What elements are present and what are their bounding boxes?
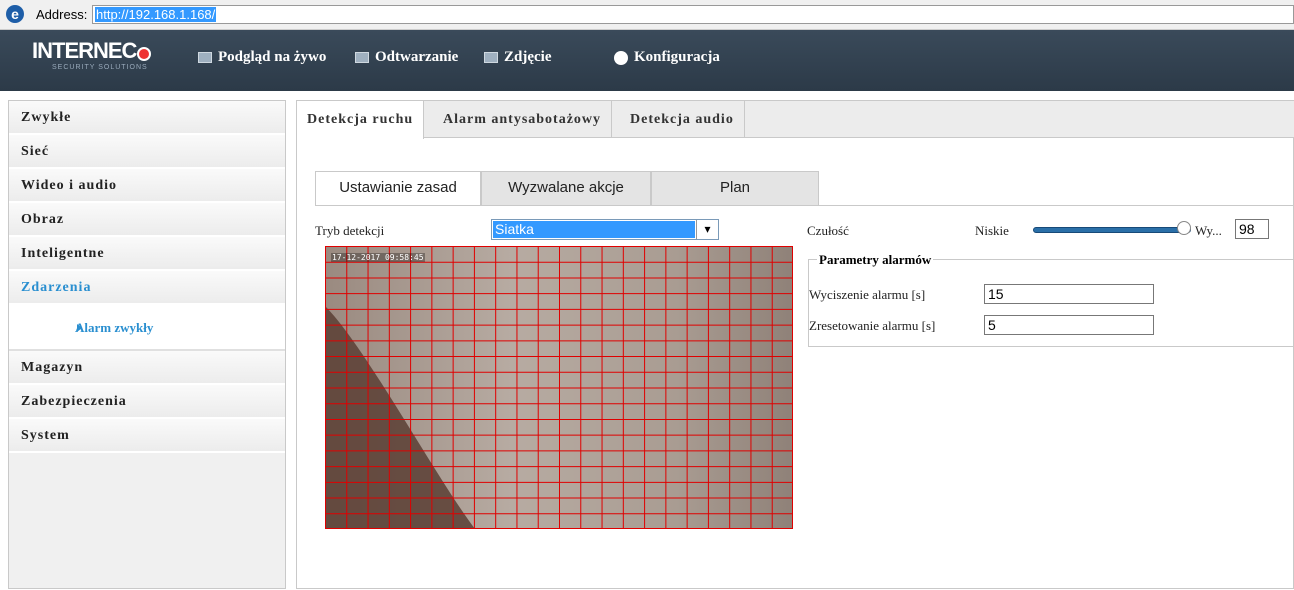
sidebar-item-system[interactable]: System [9,419,285,453]
chevron-down-icon: ▾ [696,220,718,239]
alarm-silence-input[interactable]: 15 [984,284,1154,304]
browser-icon: e [6,5,24,23]
sidebar-item-events[interactable]: Zdarzenia [9,271,285,305]
motion-grid [325,246,793,529]
nav-live-view[interactable]: Podgląd na żywo [198,49,326,91]
brand-logo: INTERNEC SECURITY SOLUTIONS [32,38,152,71]
sidebar-item-video-audio[interactable]: Wideo i audio [9,169,285,203]
caret-right-icon [77,324,82,332]
motion-grid-video[interactable]: 17-12-2017 09:58:45 [325,246,793,529]
address-url: http://192.168.1.168/ [95,7,217,22]
brand-name: INTERNEC [32,38,137,63]
video-timestamp: 17-12-2017 09:58:45 [331,253,425,262]
logo-mark-icon [137,46,152,61]
nav-configuration[interactable]: Konfiguracja [614,49,720,91]
sensitivity-low-label: Niskie [975,223,1009,238]
address-input[interactable]: http://192.168.1.168/ [92,5,1294,24]
tab-schedule[interactable]: Plan [651,171,819,205]
top-navigation: INTERNEC SECURITY SOLUTIONS Podgląd na ż… [0,30,1294,121]
brand-tagline: SECURITY SOLUTIONS [52,64,148,71]
gear-icon [614,50,628,65]
sidebar-item-intelligent[interactable]: Inteligentne [9,237,285,271]
sidebar-item-network[interactable]: Sieć [9,135,285,169]
tab-triggered-actions[interactable]: Wyzwalane akcje [481,171,651,205]
picture-icon [484,52,498,64]
nav-label: Konfiguracja [634,49,720,65]
detection-mode-value: Siatka [493,221,695,238]
sensitivity-value-input[interactable]: 98 [1235,219,1269,239]
sidebar-item-security[interactable]: Zabezpieczenia [9,385,285,419]
alarm-parameters-title: Parametry alarmów [817,252,934,268]
sensitivity-high-label: Wy... [1195,223,1222,238]
browser-address-bar: e Address: http://192.168.1.168/ [0,0,1294,30]
video-dark-corner [325,306,475,529]
tab-motion-detection[interactable]: Detekcja ruchu [297,101,425,139]
sidebar-subitem-label: Alarm zwykły [75,320,154,335]
sidebar-subitem-basic-alarm[interactable]: Alarm zwykły [9,305,285,351]
sensitivity-slider-track[interactable] [1033,227,1191,233]
main-panel: Detekcja ruchu Alarm antysabotażowy Dete… [296,100,1294,589]
nav-playback[interactable]: Odtwarzanie [355,49,458,91]
sensitivity-slider-handle[interactable] [1177,221,1191,235]
tab-divider [315,205,1294,206]
nav-label: Podgląd na żywo [218,49,327,65]
sidebar-item-image[interactable]: Obraz [9,203,285,237]
monitor-icon [198,52,212,64]
detection-mode-label: Tryb detekcji [315,223,385,238]
address-label: Address: [36,7,88,22]
detection-mode-select[interactable]: Siatka ▾ [491,219,719,240]
sidebar-item-basic[interactable]: Zwykłe [9,101,285,135]
alarm-reset-input[interactable]: 5 [984,315,1154,335]
tab-rule-settings[interactable]: Ustawianie zasad [315,171,481,206]
event-tabs: Detekcja ruchu Alarm antysabotażowy Dete… [297,101,1294,139]
sensitivity-label: Czułość [807,223,849,238]
tab-tamper-alarm[interactable]: Alarm antysabotażowy [433,101,613,138]
alarm-parameters-group: Parametry alarmów Wyciszenie alarmu [s] … [808,252,1294,347]
sidebar-item-storage[interactable]: Magazyn [9,351,285,385]
motion-detection-content: Ustawianie zasad Wyzwalane akcje Plan Tr… [315,171,1294,590]
film-icon [355,52,369,64]
nav-label: Odtwarzanie [375,49,459,65]
alarm-silence-label: Wyciszenie alarmu [s] [809,287,926,302]
alarm-reset-label: Zresetowanie alarmu [s] [809,318,936,333]
tab-audio-detection[interactable]: Detekcja audio [620,101,745,138]
nav-picture[interactable]: Zdjęcie [484,49,551,91]
sidebar: Zwykłe Sieć Wideo i audio Obraz Intelige… [8,100,286,589]
nav-label: Zdjęcie [504,49,552,65]
